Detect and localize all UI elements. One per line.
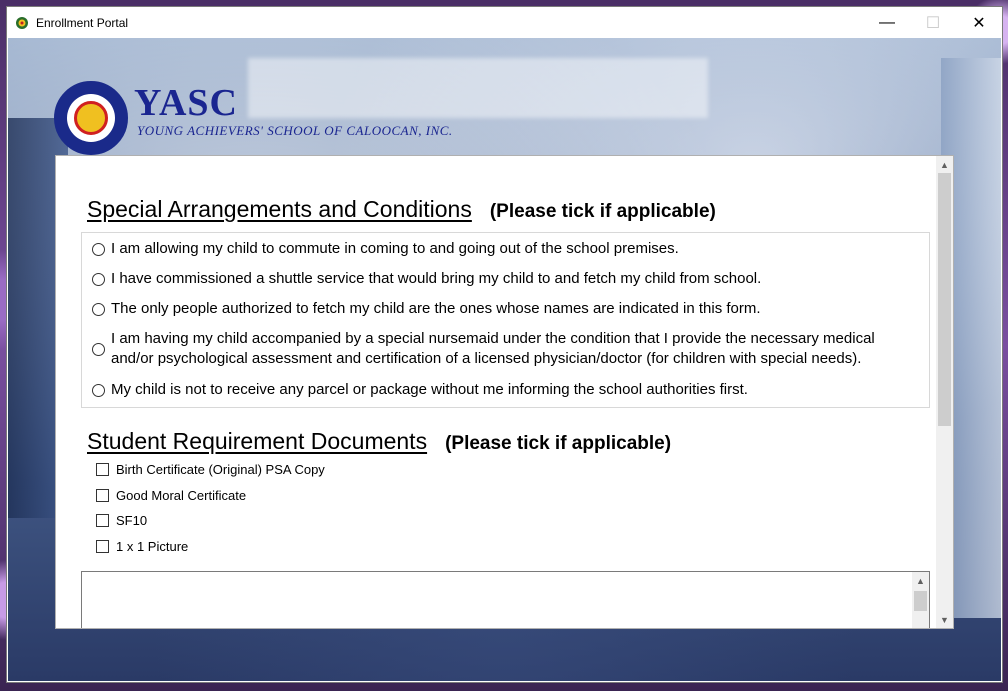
document-label: Birth Certificate (Original) PSA Copy xyxy=(116,462,325,477)
minimize-button[interactable]: — xyxy=(864,7,910,38)
maximize-icon: ☐ xyxy=(925,14,941,32)
checkbox[interactable] xyxy=(96,463,109,476)
special-arrangements-hint: (Please tick if applicable) xyxy=(489,201,716,222)
app-window: Enrollment Portal — ☐ ✕ YASC YOUNG ACHIE… xyxy=(6,6,1003,683)
special-arrangements-header: Special Arrangements and Conditions (Ple… xyxy=(87,196,716,223)
arrangement-option-label: I am allowing my child to commute in com… xyxy=(111,240,679,257)
radio-button[interactable] xyxy=(92,342,105,356)
app-icon xyxy=(14,15,30,31)
maximize-button: ☐ xyxy=(910,7,956,38)
minimize-icon: — xyxy=(879,13,895,31)
arrangement-option[interactable]: The only people authorized to fetch my c… xyxy=(92,299,761,319)
requirements-header: Student Requirement Documents (Please ti… xyxy=(87,428,671,455)
window-title: Enrollment Portal xyxy=(36,15,129,30)
school-acronym: YASC xyxy=(134,82,238,124)
checkbox[interactable] xyxy=(96,489,109,502)
document-label: SF10 xyxy=(116,513,148,528)
chevron-up-icon[interactable]: ▲ xyxy=(936,156,953,173)
arrangement-option[interactable]: I have commissioned a shuttle service th… xyxy=(92,269,761,289)
document-label: Good Moral Certificate xyxy=(116,488,247,503)
title-bar[interactable]: Enrollment Portal — ☐ ✕ xyxy=(7,7,1002,38)
school-full-name: YOUNG ACHIEVERS' SCHOOL OF CALOOCAN, INC… xyxy=(137,123,453,138)
school-seal-icon xyxy=(54,81,128,155)
document-checkbox-row[interactable]: Good Moral Certificate xyxy=(96,488,246,503)
radio-button[interactable] xyxy=(92,242,105,256)
requirements-title: Student Requirement Documents xyxy=(87,428,428,454)
arrangement-option[interactable]: My child is not to receive any parcel or… xyxy=(92,380,748,400)
arrangement-option-label: The only people authorized to fetch my c… xyxy=(111,300,761,317)
chevron-down-icon[interactable]: ▼ xyxy=(936,611,953,628)
document-checkbox-row[interactable]: SF10 xyxy=(96,513,147,528)
requirements-hint: (Please tick if applicable) xyxy=(445,433,672,454)
arrangement-option-label: My child is not to receive any parcel or… xyxy=(111,381,748,398)
panel-scrollbar[interactable]: ▲ ▼ xyxy=(936,156,953,628)
arrangement-option-label: I have commissioned a shuttle service th… xyxy=(111,270,762,287)
document-label: 1 x 1 Picture xyxy=(116,539,189,554)
special-arrangements-title: Special Arrangements and Conditions xyxy=(87,196,472,222)
radio-button[interactable] xyxy=(92,272,105,286)
radio-button[interactable] xyxy=(92,302,105,316)
panel-scroll-thumb[interactable] xyxy=(938,173,951,426)
checkbox[interactable] xyxy=(96,514,109,527)
arrangement-option[interactable]: I am allowing my child to commute in com… xyxy=(92,239,679,259)
form-scroll-panel[interactable]: Special Arrangements and Conditions (Ple… xyxy=(55,155,954,629)
close-button[interactable]: ✕ xyxy=(956,7,1002,38)
school-logo: YASC YOUNG ACHIEVERS' SCHOOL OF CALOOCAN… xyxy=(54,81,453,155)
notes-textarea[interactable]: ▲ xyxy=(81,571,930,628)
arrangement-option-label: I am having my child accompanied by a sp… xyxy=(111,330,875,367)
checkbox[interactable] xyxy=(96,540,109,553)
textarea-scroll-thumb[interactable] xyxy=(914,591,927,611)
chevron-up-icon[interactable]: ▲ xyxy=(912,572,929,589)
textarea-scrollbar[interactable]: ▲ xyxy=(912,572,929,628)
close-icon: ✕ xyxy=(972,14,986,32)
special-arrangements-group: I am allowing my child to commute in com… xyxy=(81,232,930,408)
document-checkbox-row[interactable]: Birth Certificate (Original) PSA Copy xyxy=(96,462,325,477)
arrangement-option[interactable]: I am having my child accompanied by a sp… xyxy=(92,329,912,369)
radio-button[interactable] xyxy=(92,383,105,397)
document-checkbox-row[interactable]: 1 x 1 Picture xyxy=(96,539,188,554)
form-client-area: YASC YOUNG ACHIEVERS' SCHOOL OF CALOOCAN… xyxy=(8,38,1001,681)
